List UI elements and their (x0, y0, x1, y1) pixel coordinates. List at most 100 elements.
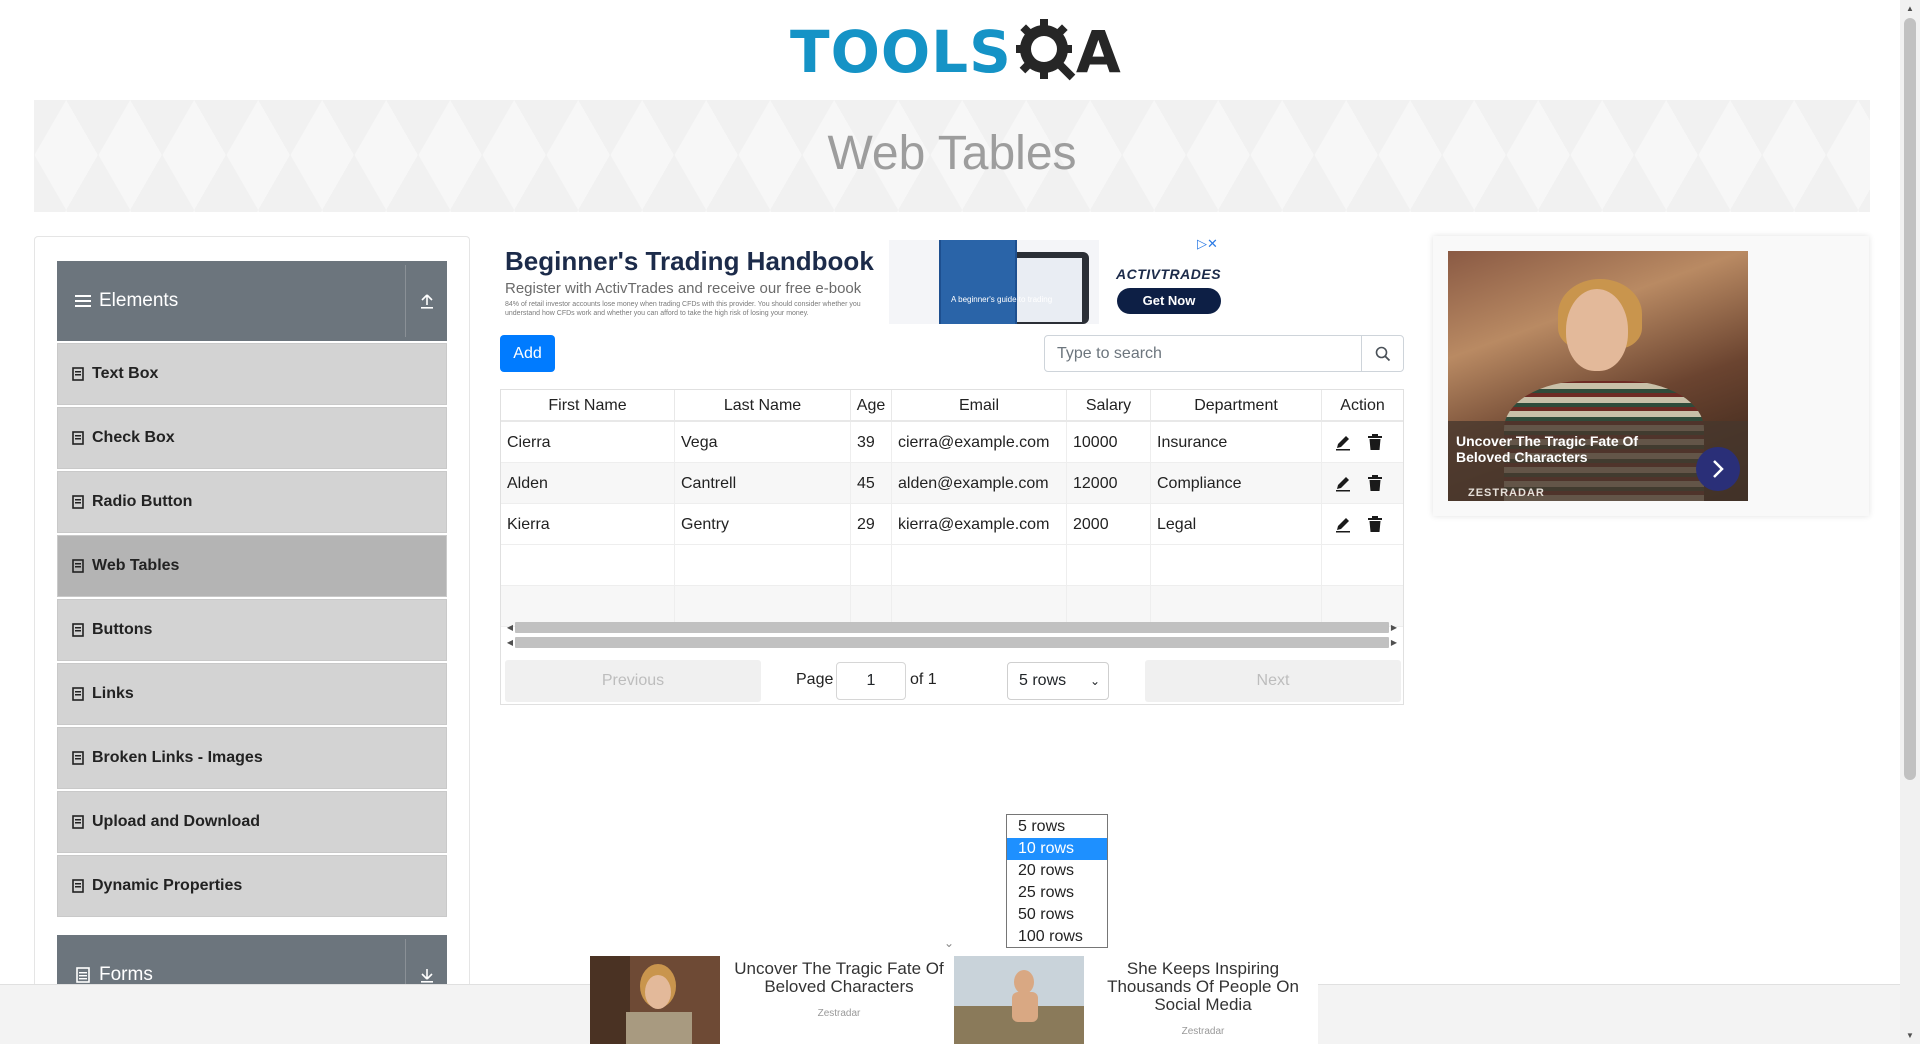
ad-brand: Zestradar (1181, 1026, 1225, 1037)
sidebar-item-label: Web Tables (92, 557, 180, 574)
column-header-email[interactable]: Email (892, 390, 1067, 420)
search-input[interactable] (1045, 336, 1361, 371)
ad-choices-close-icon[interactable]: ▷✕ (1197, 236, 1218, 252)
list-icon (72, 495, 84, 509)
next-button[interactable]: Next (1145, 660, 1401, 702)
column-header-first-name[interactable]: First Name (501, 390, 675, 420)
sidebar-item-label: Upload and Download (92, 813, 260, 830)
sidebar-item-links[interactable]: Links (57, 663, 447, 725)
cell-department: Insurance (1151, 422, 1322, 462)
scrollbar-thumb[interactable] (1904, 18, 1916, 780)
sidebar-item-dynamic-properties[interactable]: Dynamic Properties (57, 855, 447, 917)
rows-option-25[interactable]: 25 rows (1007, 882, 1107, 904)
search-box (1044, 335, 1404, 372)
column-header-last-name[interactable]: Last Name (675, 390, 851, 420)
add-button[interactable]: Add (500, 335, 555, 372)
table-row: Cierra Vega 39 cierra@example.com 10000 … (501, 422, 1403, 463)
sidebar-item-radio-button[interactable]: Radio Button (57, 471, 447, 533)
list-icon (72, 687, 84, 701)
sidebar-item-check-box[interactable]: Check Box (57, 407, 447, 469)
cell-action (1322, 504, 1403, 544)
cell-first-name: Cierra (501, 422, 675, 462)
left-panel: Elements Text Box Check Box Radio Button… (34, 236, 470, 1044)
ad-subtitle: Register with ActivTrades and receive ou… (505, 280, 862, 297)
ad-brand: ACTIVTRADES (1116, 266, 1222, 282)
column-header-action: Action (1340, 397, 1385, 414)
cell-salary: 12000 (1067, 463, 1151, 503)
sidebar-item-label: Check Box (92, 429, 175, 446)
cell-last-name: Vega (675, 422, 851, 462)
edit-pencil-icon[interactable] (1332, 513, 1354, 535)
sidebar-item-text-box[interactable]: Text Box (57, 343, 447, 405)
scrollbar-thumb[interactable] (515, 636, 1389, 648)
scroll-right-icon[interactable]: ▶ (1389, 638, 1399, 647)
ad-image[interactable]: Uncover The Tragic Fate Of Beloved Chara… (1448, 251, 1748, 501)
chevron-down-icon[interactable]: ⌄ (944, 936, 954, 950)
logo-text: TOOLS (790, 18, 1012, 86)
chevron-right-icon (1713, 460, 1724, 478)
list-icon (72, 367, 84, 381)
page-banner: Web Tables (34, 100, 1870, 212)
collapse-toggle[interactable] (405, 265, 447, 337)
rows-option-10[interactable]: 10 rows (1007, 838, 1107, 860)
bottom-ad-1[interactable]: Uncover The Tragic Fate Of Beloved Chara… (590, 956, 954, 1044)
sidebar-item-label: Text Box (92, 365, 159, 382)
delete-trash-icon[interactable] (1364, 472, 1386, 494)
rows-per-page-select[interactable]: 5 rows ⌄ (1007, 662, 1109, 700)
elements-group-header[interactable]: Elements (57, 261, 447, 341)
rows-option-100[interactable]: 100 rows (1007, 926, 1107, 948)
scroll-left-icon[interactable]: ◀ (505, 623, 515, 632)
page-label: Page (796, 671, 834, 688)
trading-ad-banner[interactable]: Beginner's Trading Handbook Register wit… (499, 236, 1227, 326)
sidebar-item-broken-links[interactable]: Broken Links - Images (57, 727, 447, 789)
delete-trash-icon[interactable] (1364, 431, 1386, 453)
cell-action (1322, 463, 1403, 503)
scrollbar-thumb[interactable] (515, 621, 1389, 633)
table-header: First Name Last Name Age Email Salary De… (501, 390, 1403, 422)
cell-email: alden@example.com (892, 463, 1067, 503)
rows-per-page-value: 5 rows (1019, 672, 1067, 689)
page-title: Web Tables (827, 127, 1077, 180)
column-header-salary[interactable]: Salary (1067, 390, 1151, 420)
bottom-ad-2[interactable]: She Keeps Inspiring Thousands Of People … (954, 956, 1318, 1044)
forms-group-title: Forms (99, 964, 153, 985)
scroll-up-icon[interactable]: ▲ (1906, 4, 1914, 13)
sidebar-item-upload-download[interactable]: Upload and Download (57, 791, 447, 853)
list-icon (72, 623, 84, 637)
list-icon (72, 815, 84, 829)
column-header-department[interactable]: Department (1151, 390, 1322, 420)
toolsqa-logo[interactable]: TOOLS A (790, 14, 1121, 90)
get-now-button[interactable]: Get Now (1117, 288, 1221, 314)
cell-salary: 10000 (1067, 422, 1151, 462)
cell-email: kierra@example.com (892, 504, 1067, 544)
rows-option-20[interactable]: 20 rows (1007, 860, 1107, 882)
cell-department: Legal (1151, 504, 1322, 544)
upload-arrow-icon (420, 294, 433, 309)
column-header-age[interactable]: Age (851, 390, 892, 420)
edit-pencil-icon[interactable] (1332, 431, 1354, 453)
scroll-right-icon[interactable]: ▶ (1389, 623, 1399, 632)
elements-menu: Text Box Check Box Radio Button Web Tabl… (57, 343, 447, 919)
horizontal-scrollbar[interactable]: ◀ ▶ (505, 636, 1399, 648)
ad-next-button[interactable] (1696, 447, 1740, 491)
pagination: Previous Page 1 of 1 5 rows ⌄ Next (500, 657, 1404, 705)
vertical-scrollbar[interactable]: ▲ ▼ (1900, 0, 1920, 1044)
list-icon (72, 751, 84, 765)
ad-thumbnail (954, 956, 1084, 1044)
delete-trash-icon[interactable] (1364, 513, 1386, 535)
edit-pencil-icon[interactable] (1332, 472, 1354, 494)
cell-age: 29 (851, 504, 892, 544)
sidebar-item-web-tables[interactable]: Web Tables (57, 535, 447, 597)
rows-option-50[interactable]: 50 rows (1007, 904, 1107, 926)
search-button[interactable] (1361, 336, 1403, 371)
table-row-empty (501, 545, 1403, 586)
scroll-left-icon[interactable]: ◀ (505, 638, 515, 647)
previous-button[interactable]: Previous (505, 660, 761, 702)
scroll-down-icon[interactable]: ▼ (1906, 1031, 1914, 1040)
sidebar-item-buttons[interactable]: Buttons (57, 599, 447, 661)
page-number-input[interactable]: 1 (836, 662, 906, 700)
horizontal-scrollbar[interactable]: ◀ ▶ (505, 621, 1399, 633)
rows-option-5[interactable]: 5 rows (1007, 816, 1107, 838)
ebook-cover-text: A beginner's guide to trading (951, 295, 1052, 304)
ad-disclaimer: 84% of retail investor accounts lose mon… (505, 301, 861, 317)
